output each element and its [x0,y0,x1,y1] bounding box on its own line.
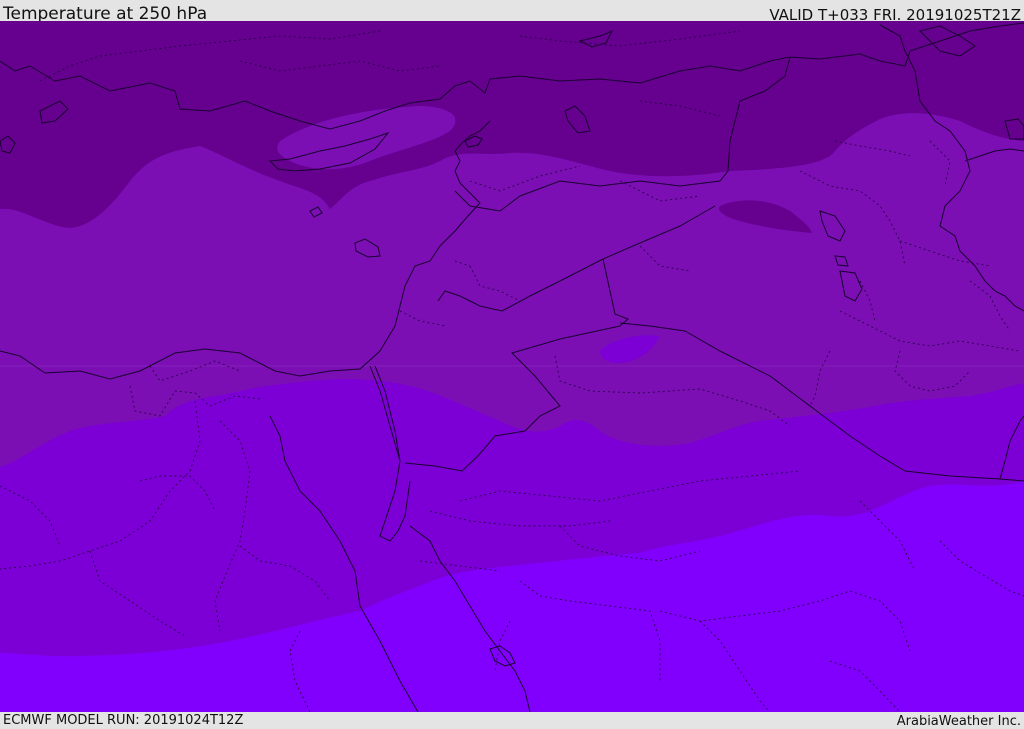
temperature-map [0,21,1024,712]
map-figure: Temperature at 250 hPa VALID T+033 FRI. … [0,0,1024,729]
model-run-label: ECMWF MODEL RUN: 20191024T12Z [3,713,244,728]
credit-label: ArabiaWeather Inc. [896,714,1021,729]
header-bar: Temperature at 250 hPa VALID T+033 FRI. … [0,0,1024,24]
footer-bar: ECMWF MODEL RUN: 20191024T12Z ArabiaWeat… [0,712,1024,729]
map-canvas [0,21,1024,712]
